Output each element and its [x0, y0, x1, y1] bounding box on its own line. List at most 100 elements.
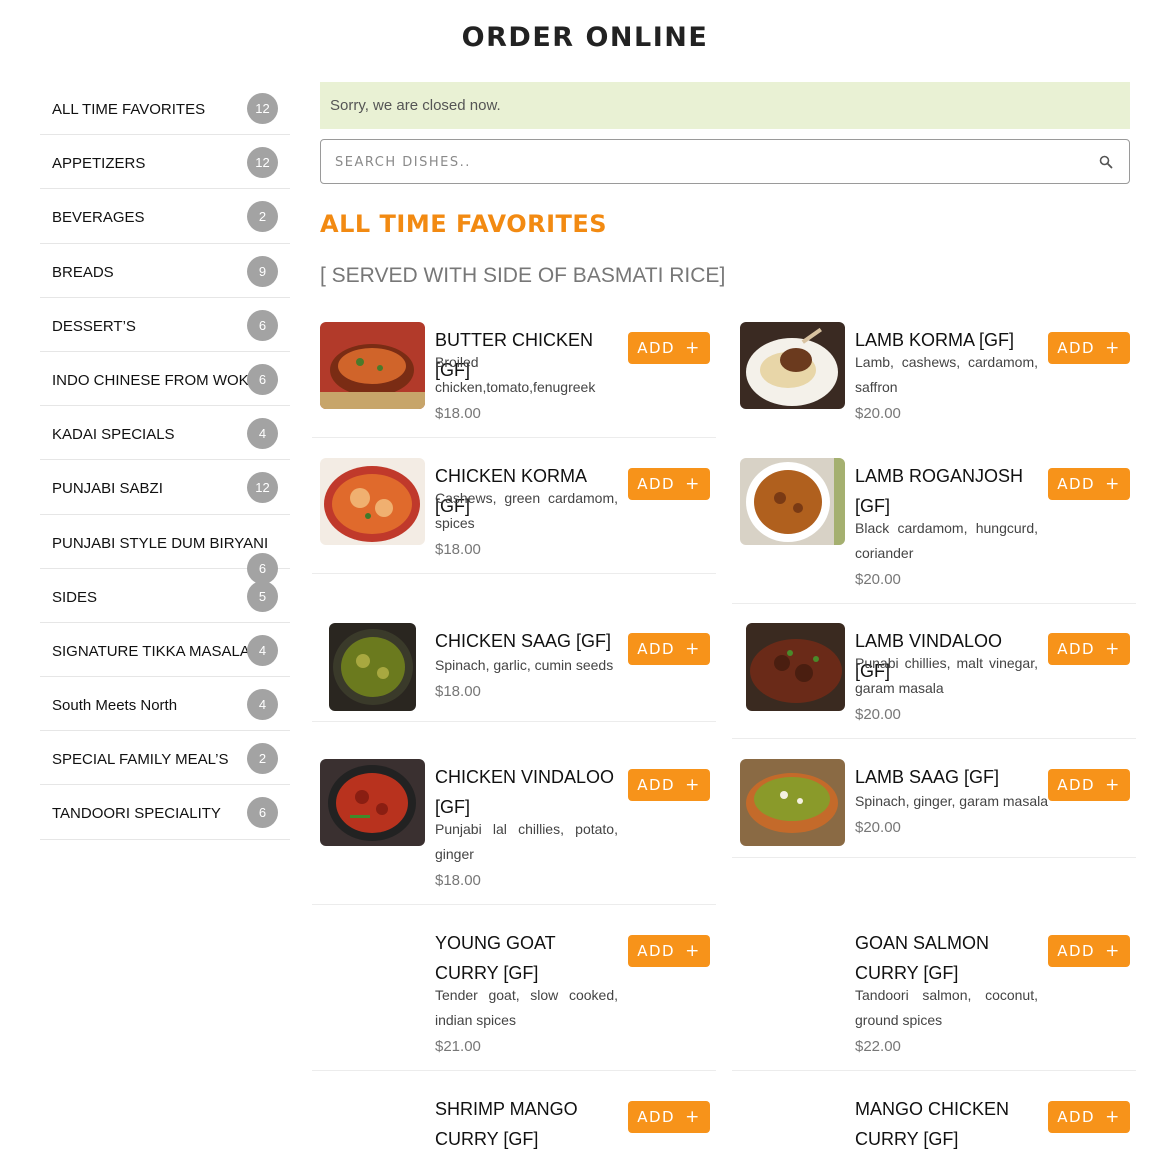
- add-button[interactable]: ADD +: [628, 935, 710, 967]
- dish-card[interactable]: YOUNG GOAT CURRY [GF] Tender goat, slow …: [320, 925, 720, 1065]
- divider: [312, 721, 716, 722]
- plus-icon: +: [685, 338, 701, 358]
- category-label: BREADS: [52, 263, 114, 281]
- add-label: ADD: [637, 942, 676, 960]
- divider: [732, 857, 1136, 858]
- plus-icon: +: [685, 639, 701, 659]
- dish-card[interactable]: GOAN SALMON CURRY [GF] Tandoori salmon, …: [740, 925, 1140, 1065]
- dish-price: $20.00: [855, 405, 901, 422]
- add-button[interactable]: ADD +: [1048, 1101, 1130, 1133]
- category-item-all-time-favorites[interactable]: ALL TIME FAVORITES 12: [40, 81, 290, 136]
- category-item-punjabi-sabzi[interactable]: PUNJABI SABZI 12: [40, 460, 290, 515]
- divider: [732, 1070, 1136, 1071]
- add-button[interactable]: ADD +: [1048, 633, 1130, 665]
- category-label: BEVERAGES: [52, 209, 145, 227]
- category-count-badge: 2: [247, 743, 278, 775]
- dish-description: Tender goat, slow cooked, indian spices: [435, 987, 618, 1028]
- category-item-sides[interactable]: SIDES 5: [40, 569, 290, 623]
- dish-description: Black cardamom, hungcurd, coriander: [855, 520, 1038, 561]
- section-title: ALL TIME FAVORITES: [320, 210, 608, 238]
- dish-card[interactable]: CHICKEN VINDALOO [GF] Punjabi lal chilli…: [320, 759, 720, 899]
- add-button[interactable]: ADD +: [628, 468, 710, 500]
- dish-price: $18.00: [435, 872, 481, 889]
- search-box: [320, 139, 1130, 184]
- category-item-beverages[interactable]: BEVERAGES 2: [40, 189, 290, 244]
- category-item-appetizers[interactable]: APPETIZERS 12: [40, 135, 290, 190]
- dish-name: LAMB SAAG [GF]: [855, 767, 1000, 787]
- add-label: ADD: [637, 776, 676, 794]
- dish-description: Punjabi lal chillies, potato, ginger: [435, 821, 618, 862]
- closed-notice: Sorry, we are closed now.: [320, 82, 1130, 129]
- category-count-badge: 4: [247, 634, 278, 666]
- add-label: ADD: [637, 1108, 676, 1126]
- plus-icon: +: [1105, 639, 1121, 659]
- category-item-breads[interactable]: BREADS 9: [40, 244, 290, 298]
- category-count-badge: 5: [247, 580, 278, 612]
- plus-icon: +: [685, 1107, 701, 1127]
- category-item-dum-biryani[interactable]: PUNJABI STYLE DUM BIRYANI 6: [40, 515, 290, 584]
- add-label: ADD: [637, 339, 676, 357]
- category-label: South Meets North: [52, 697, 178, 715]
- dish-card[interactable]: LAMB KORMA [GF] Lamb, cashews, cardamom,…: [740, 322, 1140, 432]
- dish-card[interactable]: LAMB SAAG [GF] Spinach, ginger, garam ma…: [740, 759, 1140, 854]
- category-count-badge: 6: [247, 797, 278, 829]
- dish-name: CHICKEN VINDALOO [GF]: [435, 767, 615, 817]
- dish-image: [740, 322, 845, 409]
- dish-card[interactable]: LAMB VINDALOO [GF] Punabi chillies, malt…: [740, 623, 1140, 733]
- plus-icon: +: [1105, 1107, 1121, 1127]
- dish-price: $20.00: [855, 819, 901, 836]
- divider: [312, 904, 716, 905]
- dish-price: $21.00: [435, 1038, 481, 1055]
- plus-icon: +: [685, 941, 701, 961]
- add-button[interactable]: ADD +: [628, 1101, 710, 1133]
- divider: [732, 738, 1136, 739]
- add-button[interactable]: ADD +: [1048, 769, 1130, 801]
- category-label: DESSERT’S: [52, 317, 136, 335]
- category-label: SPECIAL FAMILY MEAL’S: [52, 751, 229, 769]
- dish-description: Punabi chillies, malt vinegar, garam mas…: [855, 655, 1038, 696]
- add-button[interactable]: ADD +: [1048, 468, 1130, 500]
- category-label: KADAI SPECIALS: [52, 426, 175, 444]
- divider: [312, 437, 716, 438]
- dish-card[interactable]: LAMB ROGANJOSH [GF] Black cardamom, hung…: [740, 458, 1140, 598]
- add-button[interactable]: ADD +: [628, 633, 710, 665]
- dish-price: $20.00: [855, 571, 901, 588]
- section-subtitle: [ SERVED WITH SIDE OF BASMATI RICE]: [320, 264, 726, 287]
- add-button[interactable]: ADD +: [628, 769, 710, 801]
- plus-icon: +: [685, 775, 701, 795]
- dish-card[interactable]: CHICKEN SAAG [GF] Spinach, garlic, cumin…: [320, 623, 720, 718]
- dish-name: CHICKEN SAAG [GF]: [435, 631, 612, 651]
- search-input[interactable]: [335, 150, 1075, 174]
- dish-image: [320, 759, 425, 846]
- dish-card[interactable]: SHRIMP MANGO CURRY [GF] ADD +: [320, 1091, 720, 1159]
- dish-name: MANGO CHICKEN CURRY [GF]: [855, 1099, 1010, 1149]
- dish-card[interactable]: MANGO CHICKEN CURRY [GF] ADD +: [740, 1091, 1140, 1159]
- category-item-tikka-masala[interactable]: SIGNATURE TIKKA MASALA 4: [40, 623, 290, 678]
- category-item-indo-chinese[interactable]: INDO CHINESE FROM WOK 6: [40, 352, 290, 407]
- plus-icon: +: [685, 474, 701, 494]
- dish-price: $20.00: [855, 706, 901, 723]
- category-count-badge: 2: [247, 201, 278, 233]
- search-icon[interactable]: [1099, 155, 1113, 169]
- category-item-south-meets-north[interactable]: South Meets North 4: [40, 677, 290, 732]
- add-label: ADD: [1057, 1108, 1096, 1126]
- category-count-badge: 12: [247, 472, 278, 504]
- category-count-badge: 12: [247, 147, 278, 179]
- category-item-tandoori[interactable]: TANDOORI SPECIALITY 6: [40, 785, 290, 840]
- dish-image: [320, 458, 425, 545]
- dish-image: [329, 623, 416, 711]
- dish-card[interactable]: CHICKEN KORMA [GF] Cashews, green cardam…: [320, 458, 720, 568]
- add-label: ADD: [637, 475, 676, 493]
- divider: [732, 603, 1136, 604]
- dish-description: Spinach, ginger, garam masala: [855, 793, 1048, 809]
- category-item-family-meals[interactable]: SPECIAL FAMILY MEAL’S 2: [40, 731, 290, 786]
- category-label: TANDOORI SPECIALITY: [52, 805, 221, 823]
- add-button[interactable]: ADD +: [628, 332, 710, 364]
- add-button[interactable]: ADD +: [1048, 935, 1130, 967]
- dish-card[interactable]: BUTTER CHICKEN [GF] Broiled chicken,toma…: [320, 322, 720, 432]
- category-item-kadai-specials[interactable]: KADAI SPECIALS 4: [40, 406, 290, 461]
- category-item-desserts[interactable]: DESSERT’S 6: [40, 298, 290, 352]
- category-label: PUNJABI SABZI: [52, 480, 163, 498]
- add-button[interactable]: ADD +: [1048, 332, 1130, 364]
- category-label: SIGNATURE TIKKA MASALA: [52, 642, 250, 660]
